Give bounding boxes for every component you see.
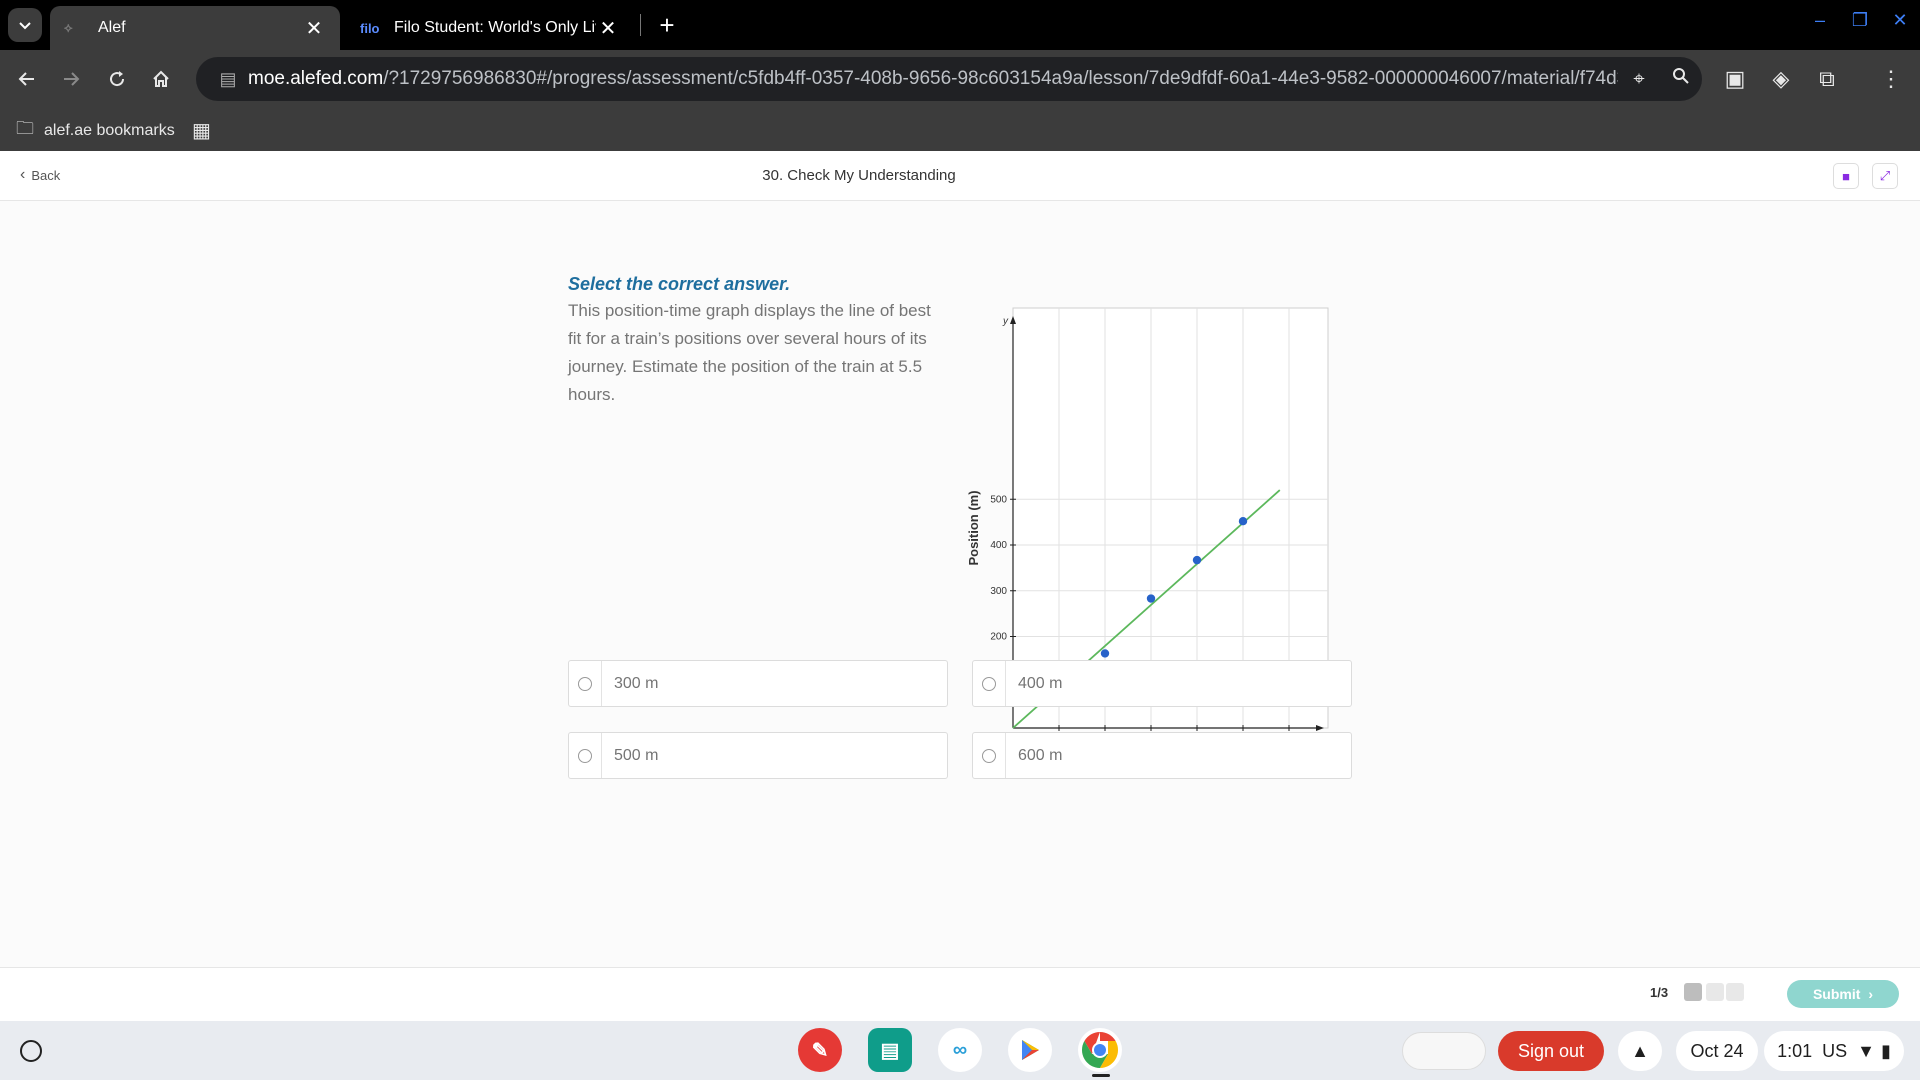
position-time-graph: 1234561002003004005000xyTime (hours)Posi… [966,307,1329,772]
question-text: This position-time graph displays the li… [568,301,931,404]
browser-toolbar: ▤ moe.alefed.com/?1729756986830#/progres… [0,50,1920,108]
option-label: 400 m [1018,674,1063,692]
y-tick-label: 200 [990,632,1007,643]
warning-icon[interactable]: ▲ [1618,1031,1662,1071]
filo-favicon-icon: filo [360,20,380,36]
answer-option-2[interactable]: 400 m [972,660,1352,707]
bookmark-label: alef.ae bookmarks [44,122,175,139]
y-axis-letter: y [1002,316,1009,327]
zoom-icon[interactable] [1660,67,1702,91]
option-divider [1005,661,1006,706]
radio-button[interactable] [578,748,592,763]
tab-bar: ⟡ Alef ✕ filo Filo Student: World's Only… [0,0,1920,50]
url-text[interactable]: moe.alefed.com/?1729756986830#/progress/… [248,68,1618,90]
option-label: 300 m [614,674,659,692]
time-label: 1:01 [1777,1040,1813,1061]
cast-icon[interactable]: ▣ [1720,64,1750,94]
address-bar[interactable]: ▤ moe.alefed.com/?1729756986830#/progres… [196,57,1702,101]
status-tray[interactable]: 1:01 US ▼ ▮ [1764,1031,1904,1071]
pager-dot-1[interactable] [1684,983,1702,1001]
home-icon[interactable] [146,64,176,94]
bookmark-folder-alef[interactable]: 🗀 alef.ae bookmarks [16,116,175,146]
data-point [1146,594,1156,603]
data-point [1100,649,1110,658]
folder-icon: 🗀 [16,118,34,138]
y-tick-label: 500 [990,494,1007,505]
locale-label: US [1822,1040,1848,1061]
palette-app-icon[interactable]: ✎ [798,1028,842,1072]
data-point [1238,517,1248,526]
battery-icon: ▮ [1880,1040,1891,1061]
tab-separator [640,14,641,36]
chrome-icon[interactable] [1078,1028,1122,1072]
holding-space-thumbnail[interactable] [1402,1032,1486,1070]
extensions-puzzle-icon[interactable]: ⧉ [1812,64,1842,94]
page-footer: 1/3 Submit › [0,967,1920,1021]
radio-button[interactable] [982,748,996,763]
sign-out-button[interactable]: Sign out [1498,1031,1604,1071]
tab-search-dropdown-icon[interactable] [8,8,42,42]
option-divider [601,733,602,778]
answer-option-3[interactable]: 500 m [568,732,948,779]
pager-dot-3[interactable] [1726,983,1744,1001]
play-store-icon[interactable] [1008,1028,1052,1072]
pager-dot-2[interactable] [1706,983,1724,1001]
link-app-icon[interactable]: ∞ [938,1028,982,1072]
answer-option-4[interactable]: 600 m [972,732,1352,779]
submit-label: Submit [1812,986,1861,1002]
os-shelf: ✎ ▤ ∞ Sign out ▲ Oct 24 1:01 US ▼ ▮ [0,1021,1920,1080]
tab-filo[interactable]: filo Filo Student: World's Only Live I ✕ [346,6,634,50]
back-arrow-icon[interactable] [12,64,42,94]
option-divider [1005,733,1006,778]
tab-close-icon[interactable]: ✕ [596,16,620,41]
chevron-right-icon: › [1868,986,1874,1002]
window-close-icon[interactable]: ✕ [1886,10,1914,31]
date-label: Oct 24 [1690,1040,1744,1061]
radio-button[interactable] [578,676,592,691]
page-title: 30. Check My Understanding [762,167,956,184]
minimize-icon[interactable]: – [1806,10,1834,31]
y-tick-label: 300 [990,586,1007,597]
option-divider [601,661,602,706]
tab-title: Filo Student: World's Only Live I [394,19,596,36]
extension-shield-icon[interactable]: ◈ [1766,64,1796,94]
data-point [1192,555,1202,565]
tab-close-icon[interactable]: ✕ [302,16,326,41]
alef-favicon-icon: ⟡ [64,20,73,35]
forward-arrow-icon[interactable] [56,64,86,94]
lesson-page: ‹ Back 30. Check My Understanding ■ ⤢ Se… [0,151,1920,1021]
restore-icon[interactable]: ❐ [1846,10,1874,31]
bookmarks-bar: 🗀 alef.ae bookmarks ▦ [0,108,1920,151]
date-tray[interactable]: Oct 24 [1676,1031,1758,1071]
answer-option-1[interactable]: 300 m [568,660,948,707]
y-tick-label: 400 [990,540,1007,551]
menu-kebab-icon[interactable]: ⋮ [1876,64,1906,94]
running-indicator [1092,1074,1110,1077]
new-tab-icon[interactable]: + [650,8,684,42]
radio-button[interactable] [982,676,996,691]
tab-alef[interactable]: ⟡ Alef ✕ [50,6,340,50]
submit-button[interactable]: Submit › [1787,980,1899,1008]
expand-icon[interactable]: ⤢ [1872,163,1898,189]
classroom-app-icon[interactable]: ▤ [868,1028,912,1072]
launcher-icon[interactable] [20,1040,42,1062]
tab-title: Alef [98,19,126,36]
site-info-icon[interactable]: ▤ [208,69,248,90]
reload-icon[interactable] [102,64,132,94]
page-header: ‹ Back 30. Check My Understanding ■ ⤢ [0,151,1920,201]
option-label: 500 m [614,746,659,764]
wifi-icon: ▼ [1857,1040,1875,1061]
location-pin-icon[interactable]: ⌖ [1618,68,1660,91]
y-axis-title: Position (m) [966,490,981,565]
purple-tool-icon[interactable]: ■ [1833,163,1859,189]
pager-count: 1/3 [1650,985,1669,1000]
option-label: 600 m [1018,746,1063,764]
question-instruction: Select the correct answer. [568,274,791,294]
apps-grid-icon[interactable]: ▦ [192,118,211,143]
